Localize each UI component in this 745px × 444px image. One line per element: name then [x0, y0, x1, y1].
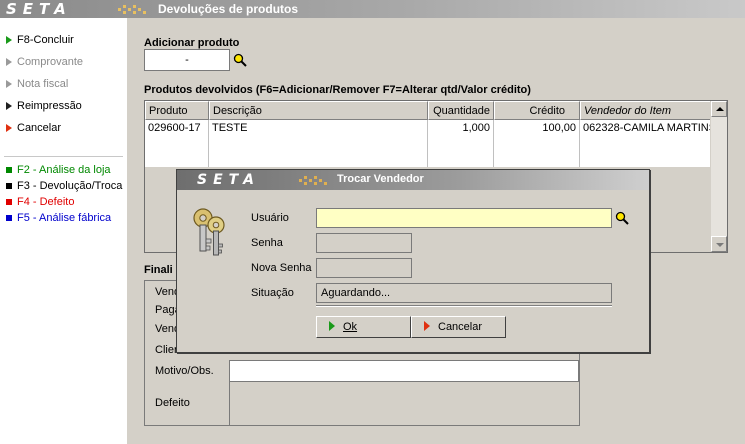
dialog-cancel-button[interactable]: Cancelar [411, 316, 506, 338]
cell-item-seller: 062328-CAMILA MARTINS [583, 122, 710, 134]
play-icon [6, 124, 12, 132]
password-input[interactable] [316, 233, 412, 253]
conclude-button[interactable]: F8-Concluir [6, 32, 74, 48]
search-icon[interactable] [615, 211, 629, 225]
logo-dots-decoration [118, 3, 152, 15]
menu-label: Comprovante [17, 56, 84, 68]
menu-label: Nota fiscal [17, 78, 69, 90]
play-icon [6, 58, 12, 66]
play-icon [6, 36, 12, 44]
column-header-description[interactable]: Descrição [209, 101, 428, 120]
dialog-divider [316, 305, 612, 307]
column-header-product[interactable]: Produto [145, 101, 209, 120]
fkey-label: F3 - Devolução/Troca [17, 180, 123, 192]
new-password-label: Nova Senha [251, 262, 312, 274]
seta-logo: SETA [6, 0, 72, 18]
field-label: Clier [155, 344, 178, 356]
menu-label: F8-Concluir [17, 34, 74, 46]
table-header: Produto Descrição Quantidade Crédito Ven… [145, 101, 711, 120]
cell-description: TESTE [209, 120, 428, 167]
user-input[interactable] [316, 208, 612, 228]
column-header-quantity[interactable]: Quantidade [428, 101, 494, 120]
menu-label: Cancelar [17, 122, 62, 134]
defeito-label: Defeito [155, 397, 190, 409]
receipt-button[interactable]: Comprovante [6, 54, 83, 70]
table-vertical-scrollbar[interactable] [710, 101, 727, 252]
dialog-titlebar: SETA Trocar Vendedor [177, 170, 649, 190]
play-icon [329, 321, 335, 331]
fkey-label: F5 - Análise fábrica [17, 212, 112, 224]
motivo-obs-input[interactable] [229, 360, 579, 382]
dialog-title: Trocar Vendedor [337, 173, 424, 185]
play-icon [424, 321, 430, 331]
fkey-return-exchange: F3 - Devolução/Troca [6, 178, 122, 194]
password-label: Senha [251, 237, 283, 249]
motivo-label: Motivo/Obs. [155, 365, 214, 377]
fkey-defect: F4 - Defeito [6, 194, 74, 210]
chevron-down-icon [716, 243, 724, 247]
seta-logo: SETA [197, 172, 260, 188]
ok-label: Ok [343, 321, 358, 333]
legend-square-icon [6, 215, 12, 221]
reprint-button[interactable]: Reimpressão [6, 98, 82, 114]
cell-product: 029600-17 [145, 120, 209, 167]
keys-icon [193, 208, 225, 256]
table-row[interactable]: 029600-17 TESTE 1,000 100,00 062328-CAMI… [145, 120, 710, 167]
window-titlebar: SETA Devoluções de produtos [0, 0, 745, 18]
status-field: Aguardando... [316, 283, 612, 303]
search-icon[interactable] [233, 53, 247, 67]
fkey-store-analysis: F2 - Análise da loja [6, 162, 111, 178]
scroll-up-button[interactable] [711, 101, 727, 117]
window-title: Devoluções de produtos [158, 2, 299, 16]
defeito-field[interactable] [229, 382, 579, 425]
scroll-down-button[interactable] [711, 236, 727, 252]
add-product-label: Adicionar produto [144, 37, 240, 49]
cancel-label: Cancelar [438, 321, 483, 333]
cell-quantity: 1,000 [428, 120, 494, 167]
returned-products-header: Produtos devolvidos (F6=Adicionar/Remove… [144, 84, 531, 96]
finalization-label: Finali [144, 264, 173, 276]
legend-square-icon [6, 183, 12, 189]
menu-label: Reimpressão [17, 100, 82, 112]
column-header-item-seller[interactable]: Vendedor do Item [580, 101, 711, 120]
sidebar: F8-Concluir Comprovante Nota fiscal Reim… [0, 18, 127, 444]
product-code-input[interactable]: - [144, 49, 230, 71]
legend-square-icon [6, 199, 12, 205]
legend-square-icon [6, 167, 12, 173]
cell-credit: 100,00 [494, 120, 580, 167]
sidebar-divider [4, 156, 123, 157]
user-label: Usuário [251, 212, 289, 224]
invoice-button[interactable]: Nota fiscal [6, 76, 68, 92]
change-seller-dialog: SETA Trocar Vendedor Usuário Senha Nova … [176, 169, 650, 353]
play-icon [6, 102, 12, 110]
fkey-factory-analysis: F5 - Análise fábrica [6, 210, 111, 226]
fkey-label: F2 - Análise da loja [17, 164, 111, 176]
column-header-credit[interactable]: Crédito [494, 101, 580, 120]
play-icon [6, 80, 12, 88]
status-label: Situação [251, 287, 294, 299]
new-password-input[interactable] [316, 258, 412, 278]
chevron-up-icon [716, 107, 724, 111]
logo-dots-decoration [299, 174, 333, 186]
fkey-label: F4 - Defeito [17, 196, 75, 208]
cancel-button[interactable]: Cancelar [6, 120, 61, 136]
ok-button[interactable]: Ok [316, 316, 411, 338]
